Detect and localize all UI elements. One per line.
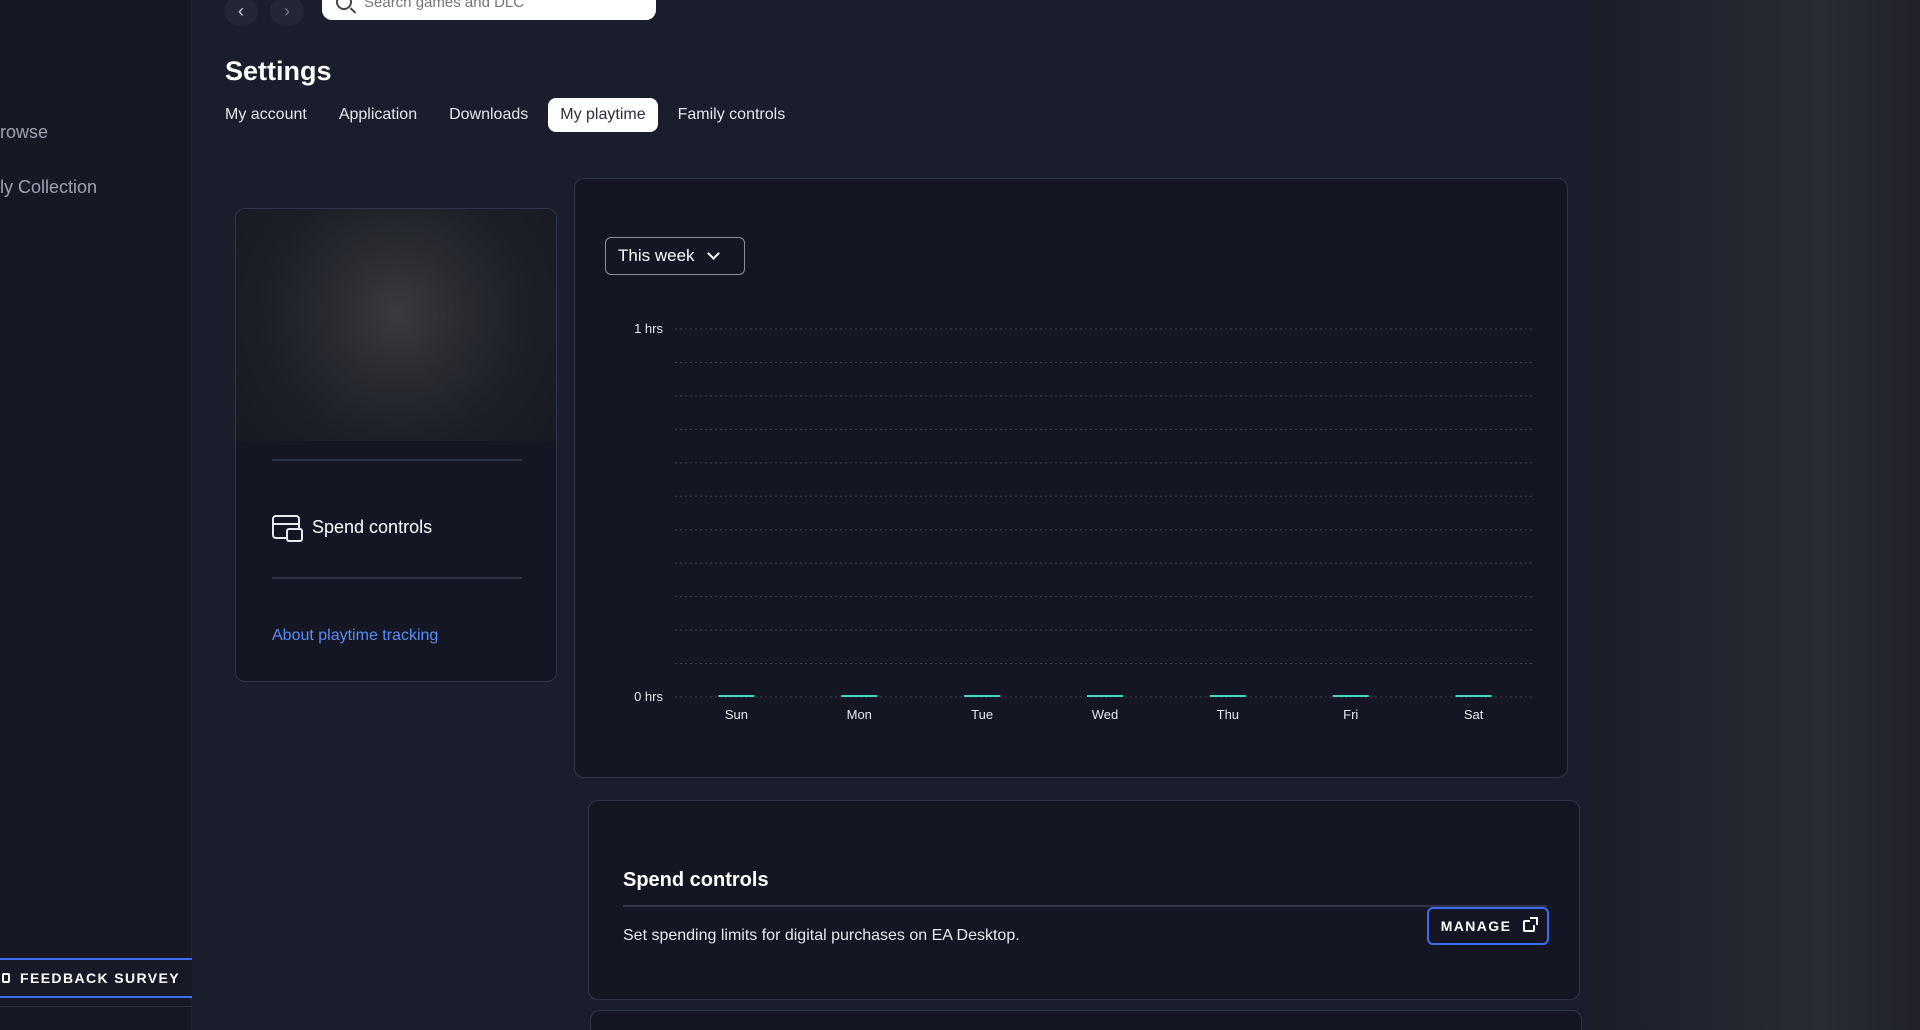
tab-application[interactable]: Application: [327, 96, 429, 134]
search-box[interactable]: [322, 0, 656, 20]
playtime-chart-card: This week 1 hrs 0 hrs Sun Mon Tue Wed Thu Fri…: [574, 178, 1568, 778]
x-tick-sun: Sun: [725, 707, 748, 722]
bar-sat: [1455, 695, 1492, 697]
tab-family-controls[interactable]: Family controls: [666, 96, 798, 134]
page-title: Settings: [225, 56, 332, 86]
bar-fri: [1332, 695, 1369, 697]
chevron-left-icon: ‹: [238, 0, 244, 21]
playtime-chart: 1 hrs 0 hrs Sun Mon Tue Wed Thu Fri Sat: [634, 321, 1535, 722]
nav-my-collection[interactable]: ly Collection: [0, 177, 97, 198]
back-button[interactable]: ‹: [224, 0, 258, 26]
credit-card-icon: [272, 515, 303, 542]
x-tick-sat: Sat: [1464, 707, 1484, 722]
spend-controls-label: Spend controls: [312, 516, 433, 537]
search-input[interactable]: [364, 0, 624, 11]
y-tick-label-max: 1 hrs: [634, 321, 663, 336]
search-icon: [336, 0, 352, 10]
settings-tabs: My account Application Downloads My play…: [225, 96, 805, 134]
bar-wed: [1087, 695, 1123, 697]
y-tick-label-min: 0 hrs: [634, 689, 663, 704]
nav-browse[interactable]: rowse: [0, 122, 48, 143]
section-divider: [623, 905, 1547, 907]
spend-controls-card: Spend controls Set spending limits for d…: [588, 800, 1580, 1000]
manage-button[interactable]: MANAGE: [1427, 907, 1549, 945]
feedback-survey-label: FEEDBACK SURVEY: [20, 970, 180, 986]
x-tick-wed: Wed: [1092, 707, 1119, 722]
feedback-icon: [2, 973, 10, 983]
card-divider: [272, 577, 522, 579]
chevron-down-icon: [706, 247, 720, 260]
tab-my-account[interactable]: My account: [225, 96, 319, 134]
x-tick-thu: Thu: [1217, 707, 1239, 722]
bar-tue: [964, 695, 1001, 697]
forward-button[interactable]: ›: [270, 0, 304, 26]
spend-controls-title: Spend controls: [623, 869, 769, 891]
bar-mon: [841, 695, 878, 697]
spend-controls-menu-item[interactable]: Spend controls: [272, 515, 433, 542]
about-playtime-link[interactable]: About playtime tracking: [272, 627, 438, 645]
card-divider: [272, 459, 522, 461]
spend-controls-description: Set spending limits for digital purchase…: [623, 927, 1020, 944]
x-tick-tue: Tue: [971, 707, 993, 722]
feedback-survey-button[interactable]: FEEDBACK SURVEY: [0, 958, 198, 998]
next-section-card: [590, 1010, 1582, 1030]
tab-downloads[interactable]: Downloads: [437, 96, 540, 134]
profile-art: [236, 209, 556, 441]
bar-sun: [718, 695, 755, 697]
tab-my-playtime[interactable]: My playtime: [548, 98, 658, 132]
time-range-value: This week: [618, 246, 695, 265]
bar-thu: [1209, 695, 1246, 697]
sidebar: rowse ly Collection FEEDBACK SURVEY: [0, 0, 198, 1030]
external-link-icon: [1523, 917, 1539, 932]
x-tick-fri: Fri: [1343, 707, 1358, 722]
x-tick-mon: Mon: [847, 707, 872, 722]
background-pane: [1592, 0, 1920, 1030]
manage-label: MANAGE: [1440, 918, 1512, 934]
chart-grid: [675, 328, 1535, 698]
playtime-side-card: Spend controls About playtime tracking: [235, 208, 557, 682]
x-tick-labels: Sun Mon Tue Wed Thu Fri Sat: [725, 707, 1484, 722]
sidebar-divider: [0, 1006, 192, 1007]
time-range-select[interactable]: This week: [605, 237, 745, 275]
chevron-right-icon: ›: [284, 0, 290, 21]
